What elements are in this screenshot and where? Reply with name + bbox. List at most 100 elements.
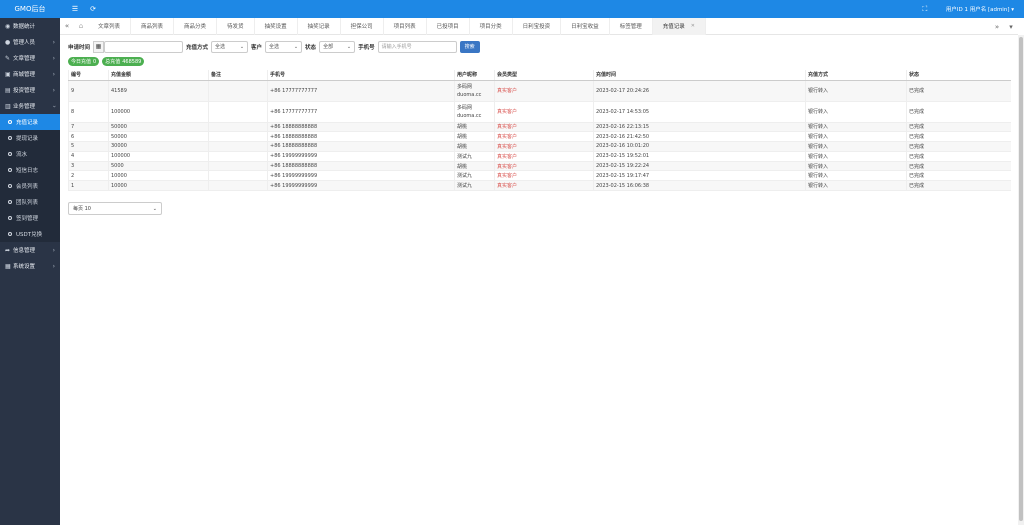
submenu-item[interactable]: 流水	[0, 146, 60, 162]
table-cell: 银行转入	[805, 151, 907, 162]
column-header[interactable]: 充值金额	[108, 70, 209, 81]
submenu-business: 充值记录 提现记录 流水 短信日志 会员列表 团队列表 签到管理 USDT兑换	[0, 114, 60, 242]
table-cell	[208, 131, 268, 143]
tab-label: 已投项目	[436, 24, 459, 30]
time-input[interactable]	[104, 40, 184, 53]
table-cell: 已完成	[906, 180, 1011, 192]
column-header[interactable]: 会员类型	[494, 70, 594, 81]
column-header[interactable]: 备注	[208, 70, 268, 81]
close-icon[interactable]: ✕	[691, 23, 695, 29]
table-row: 9 41589 +86 17777777777 多码网 duoma.cc 真实客户 2023…	[68, 80, 1011, 102]
table-cell: 已完成	[906, 122, 1011, 133]
table-cell: 7	[68, 122, 109, 133]
chevron-down-icon[interactable]: ▾	[1004, 23, 1018, 31]
submenu-item[interactable]: 签到管理	[0, 210, 60, 226]
tab-item[interactable]: 项目分类	[470, 17, 513, 35]
tab-label: 日利宝收益	[571, 24, 599, 30]
table-cell: 2023-02-16 21:42:50	[593, 131, 806, 143]
column-header[interactable]: 充值时间	[593, 70, 806, 81]
table-cell	[208, 161, 268, 172]
tab-item[interactable]: 充值记录 ✕	[652, 17, 706, 35]
column-header[interactable]: 充值方式	[805, 70, 907, 81]
tab-label: 抽奖设置	[264, 24, 287, 30]
table-cell: +86 18888888888	[267, 122, 455, 133]
submenu-item[interactable]: 会员列表	[0, 178, 60, 194]
recharge-table: 编号 充值金额 备注 手机号 用户昵称 会员类型 充值时间 充值方式 状态 9 41589 +86 …	[68, 70, 1011, 192]
table-cell: 测试九	[454, 170, 495, 182]
tab-item[interactable]: 商品分类	[174, 17, 218, 35]
tab-item[interactable]: 担保公司	[341, 17, 384, 35]
column-header[interactable]: 状态	[906, 70, 1011, 81]
chevron-right-icon: ›	[52, 262, 55, 270]
table-row: 6 50000 +86 18888888888 胡桃 真实客户 2023-02-16 21…	[68, 131, 1011, 143]
tabs-next-icon[interactable]: »	[990, 23, 1004, 31]
tab-item[interactable]: 商品列表	[131, 17, 175, 35]
table-cell: 6	[68, 131, 109, 143]
column-header[interactable]: 编号	[68, 70, 109, 81]
tab-item[interactable]: 抽奖设置	[255, 17, 298, 35]
submenu-item[interactable]: 提现记录	[0, 130, 60, 146]
home-icon[interactable]: ⌂	[74, 22, 88, 30]
table-cell: 2023-02-15 19:17:47	[593, 170, 806, 182]
column-header[interactable]: 手机号	[267, 70, 455, 81]
table-cell: 已完成	[906, 80, 1011, 102]
sidebar-item-user[interactable]: ● 管理人员 ›	[0, 34, 60, 50]
tab-item[interactable]: 已投项目	[427, 17, 470, 35]
client-select[interactable]: 全选 ⌄	[265, 40, 303, 53]
hamburger-icon[interactable]: ☰	[68, 5, 82, 13]
submenu-item[interactable]: 充值记录	[0, 114, 60, 130]
table-header-row: 编号 充值金额 备注 手机号 用户昵称 会员类型 充值时间 充值方式 状态	[68, 70, 1011, 81]
badge-value: 468589	[122, 58, 142, 65]
sidebar-item-cart[interactable]: ▣ 商城管理 ›	[0, 66, 60, 82]
table-cell: 100000	[108, 151, 209, 162]
table-cell: 8	[68, 101, 109, 123]
refresh-icon[interactable]: ⟳	[86, 5, 100, 13]
circle-icon	[8, 232, 12, 236]
tab-item[interactable]: 抽奖记录	[298, 17, 341, 35]
sidebar-item-briefcase[interactable]: ▥ 业务管理 ›	[0, 98, 60, 114]
sidebar-item-folder[interactable]: ▤ 投资管理 ›	[0, 82, 60, 98]
tab-item[interactable]: 项目列表	[384, 17, 427, 35]
table-cell: 真实客户	[494, 180, 594, 192]
sidebar-item-share[interactable]: ➦ 信息管理 ›	[0, 242, 60, 258]
scrollbar-thumb[interactable]	[1019, 37, 1023, 521]
sidebar-item-edit[interactable]: ✎ 文章管理 ›	[0, 50, 60, 66]
column-header[interactable]: 用户昵称	[454, 70, 495, 81]
page-size-select[interactable]: 每页 10 ⌄	[68, 202, 162, 216]
tabs-prev-icon[interactable]: «	[60, 22, 74, 30]
table-cell: 2023-02-15 16:06:38	[593, 180, 806, 192]
table-cell: 2023-02-15 19:52:01	[593, 151, 806, 162]
page-size-value: 每页 10	[73, 206, 91, 213]
sidebar-item-grid[interactable]: ▦ 系统设置 ›	[0, 258, 60, 274]
tab-label: 文章列表	[98, 24, 121, 30]
submenu-item[interactable]: 团队列表	[0, 194, 60, 210]
table-cell: 胡桃	[454, 122, 495, 133]
method-select[interactable]: 全选 ⌄	[211, 40, 249, 53]
submenu-item[interactable]: USDT兑换	[0, 226, 60, 242]
table-cell: 真实客户	[494, 151, 594, 162]
table-cell	[208, 170, 268, 182]
table-cell: 银行转入	[805, 180, 907, 192]
dashboard-icon: ◉	[5, 22, 11, 30]
tab-item[interactable]: 标签管理	[610, 17, 653, 35]
status-select[interactable]: 全部 ⌄	[319, 40, 356, 53]
phone-input[interactable]: 请输入手机号	[377, 40, 457, 53]
search-button[interactable]: 搜索	[459, 40, 480, 53]
tab-item[interactable]: 文章列表	[88, 17, 132, 35]
table-cell: 4	[68, 151, 109, 162]
tab-item[interactable]: 日利宝收益	[561, 17, 610, 35]
circle-icon	[8, 168, 12, 172]
brand-title: GMO后台	[0, 0, 60, 18]
table-cell: 9	[68, 80, 109, 102]
tab-item[interactable]: 日利宝投资	[513, 17, 562, 35]
edit-icon: ✎	[5, 54, 11, 62]
sidebar: GMO后台 ◉ 数据统计 ● 管理人员 › ✎ 文章管理 › ▣ 商城管理 › ▤ 投资管理 › ▥ 业务管理…	[0, 0, 60, 525]
table-cell: 50000	[108, 131, 209, 143]
submenu-item[interactable]: 短信日志	[0, 162, 60, 178]
user-menu[interactable]: 用户ID 1 用户名 [admin] ▾	[946, 5, 1014, 13]
tab-label: 日利宝投资	[522, 24, 551, 30]
calendar-icon[interactable]: ▦	[93, 40, 105, 53]
sidebar-item-dashboard[interactable]: ◉ 数据统计	[0, 18, 60, 34]
fullscreen-icon[interactable]: ⛶	[918, 5, 932, 14]
tab-item[interactable]: 待发货	[217, 17, 255, 35]
